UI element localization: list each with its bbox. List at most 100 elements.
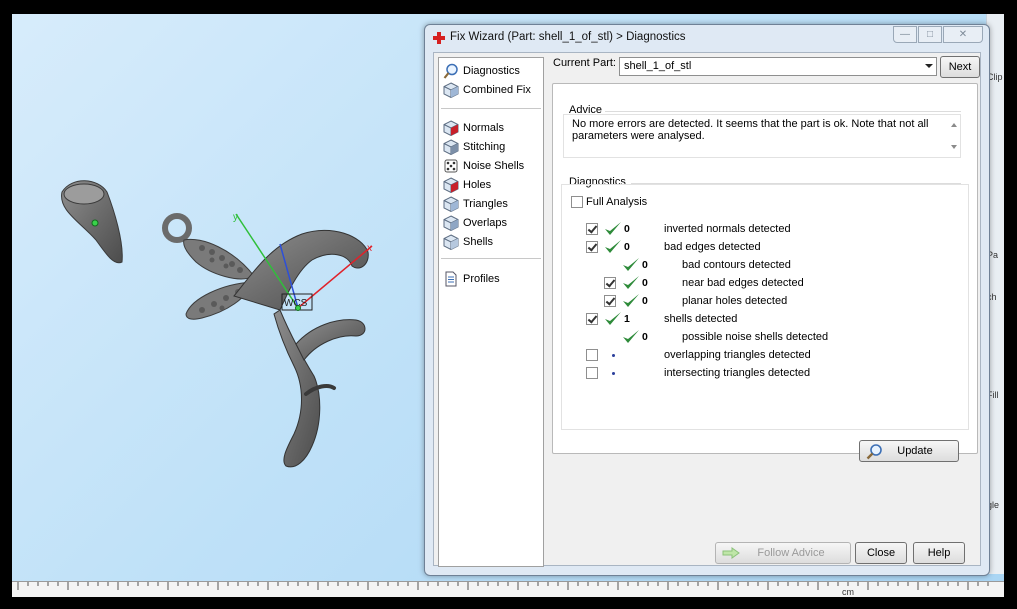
diagnostic-count: 0: [642, 259, 648, 271]
pending-dot-icon: [612, 372, 615, 375]
ruler-unit: cm: [842, 587, 854, 597]
leaf-upper: [183, 238, 255, 280]
diagnostic-checkbox[interactable]: [604, 277, 616, 289]
current-part-label: Current Part:: [553, 57, 616, 69]
nav-item-label: Combined Fix: [463, 84, 531, 96]
diagnostic-count: 0: [624, 241, 630, 253]
model-canvas[interactable]: y x WCS: [12, 14, 432, 484]
follow-advice-label: Follow Advice: [757, 547, 825, 559]
scroll-up-icon[interactable]: [951, 123, 957, 127]
help-button[interactable]: Help: [913, 542, 965, 564]
maximize-button[interactable]: □: [918, 26, 942, 43]
check-icon: [605, 240, 621, 253]
diagnostic-label: shells detected: [664, 313, 738, 325]
nav-item-label: Normals: [463, 122, 504, 134]
diagnostic-checkbox[interactable]: [586, 241, 598, 253]
cube-stitch-icon: [443, 139, 459, 155]
nav-item-diagnostics[interactable]: Diagnostics: [443, 62, 520, 80]
cube-hole-icon: [443, 177, 459, 193]
minimize-button[interactable]: —: [893, 26, 917, 43]
wizard-navigation: Diagnostics Combined Fix Normals Stitching N…: [438, 57, 544, 567]
diagnostic-label: bad edges detected: [664, 241, 761, 253]
nav-item-overlaps[interactable]: Overlaps: [443, 214, 507, 232]
check-icon: [605, 312, 621, 325]
chevron-down-icon[interactable]: [925, 64, 933, 68]
follow-advice-button[interactable]: Follow Advice: [715, 542, 851, 564]
red-cross-icon: [433, 32, 445, 44]
title-bar[interactable]: Fix Wizard (Part: shell_1_of_stl) > Diag…: [425, 25, 989, 51]
diagnostic-checkbox[interactable]: [604, 295, 616, 307]
check-icon: [623, 276, 639, 289]
jump-ring: [162, 213, 192, 243]
diagnostic-label: inverted normals detected: [664, 223, 791, 235]
diagnostic-count: 0: [642, 295, 648, 307]
close-button[interactable]: Close: [855, 542, 907, 564]
cube-triangles-icon: [443, 196, 459, 212]
diagnostic-label: bad contours detected: [682, 259, 791, 271]
nav-item-profiles[interactable]: Profiles: [443, 270, 500, 288]
nav-item-triangles[interactable]: Triangles: [443, 195, 508, 213]
close-window-button[interactable]: ✕: [943, 26, 983, 43]
nav-item-label: Holes: [463, 179, 492, 191]
update-button[interactable]: Update: [859, 440, 959, 462]
nav-item-label: Triangles: [463, 198, 508, 210]
full-analysis-checkbox[interactable]: [571, 196, 583, 208]
diagnostic-checkbox[interactable]: [586, 313, 598, 325]
cube-shells-icon: [443, 234, 459, 250]
nav-separator: [441, 258, 541, 259]
diagnostic-label: overlapping triangles detected: [664, 349, 811, 361]
next-button[interactable]: Next: [940, 56, 980, 78]
dice-icon: [444, 159, 458, 173]
nav-item-normals[interactable]: Normals: [443, 119, 504, 137]
diagnostic-label: near bad edges detected: [682, 277, 804, 289]
arrow-right-icon: [722, 547, 740, 559]
diagnostics-panel: Advice No more errors are detected. It s…: [552, 83, 978, 462]
check-icon: [623, 258, 639, 271]
diagnostics-box: Full Analysis 0 inverted normals detected…: [561, 184, 969, 430]
diagnostic-checkbox[interactable]: [586, 349, 598, 361]
nav-item-label: Diagnostics: [463, 65, 520, 77]
nav-item-label: Shells: [463, 236, 493, 248]
nav-item-noise-shells[interactable]: Noise Shells: [443, 157, 524, 175]
advice-text: No more errors are detected. It seems th…: [572, 118, 929, 142]
diagnostic-count: 0: [624, 223, 630, 235]
cube-icon: [443, 82, 459, 98]
diagnostic-label: possible noise shells detected: [682, 331, 829, 343]
check-icon: [623, 330, 639, 343]
dialog-client-area: Diagnostics Combined Fix Normals Stitching N…: [433, 52, 981, 567]
letter-f-crossbar[interactable]: [295, 319, 366, 361]
svg-text:x: x: [367, 243, 372, 254]
nav-item-holes[interactable]: Holes: [443, 176, 491, 194]
diagnostic-count: 0: [642, 331, 648, 343]
nav-separator: [441, 108, 541, 109]
scroll-down-icon[interactable]: [951, 145, 957, 149]
dialog-title: Fix Wizard (Part: shell_1_of_stl) > Diag…: [450, 31, 686, 43]
full-analysis-label: Full Analysis: [586, 196, 648, 208]
bottom-ruler: cm: [12, 581, 1004, 597]
cube-overlap-icon: [443, 215, 459, 231]
pivot-point: [91, 219, 99, 227]
nav-item-label: Stitching: [463, 141, 506, 153]
nav-item-label: Overlaps: [463, 217, 508, 229]
ruler-ticks: [17, 582, 989, 590]
fix-wizard-dialog: Fix Wizard (Part: shell_1_of_stl) > Diag…: [424, 24, 990, 576]
diagnostic-count: 0: [642, 277, 648, 289]
document-icon: [445, 271, 457, 287]
diagnostic-count: 1: [624, 313, 630, 325]
nav-item-stitching[interactable]: Stitching: [443, 138, 505, 156]
magnifier-icon: [866, 444, 882, 460]
pending-dot-icon: [612, 354, 615, 357]
nav-item-combined-fix[interactable]: Combined Fix: [443, 81, 531, 99]
svg-text:y: y: [233, 212, 238, 223]
advice-box: No more errors are detected. It seems th…: [563, 114, 961, 158]
current-part-value: shell_1_of_stl: [624, 60, 692, 72]
cube-red-icon: [443, 120, 459, 136]
diagnostic-checkbox[interactable]: [586, 223, 598, 235]
diagnostic-label: intersecting triangles detected: [664, 367, 811, 379]
check-icon: [623, 294, 639, 307]
diagnostic-label: planar holes detected: [682, 295, 788, 307]
check-icon: [605, 222, 621, 235]
diagnostic-checkbox[interactable]: [586, 367, 598, 379]
nav-item-shells[interactable]: Shells: [443, 233, 493, 251]
current-part-select[interactable]: shell_1_of_stl: [619, 57, 937, 76]
